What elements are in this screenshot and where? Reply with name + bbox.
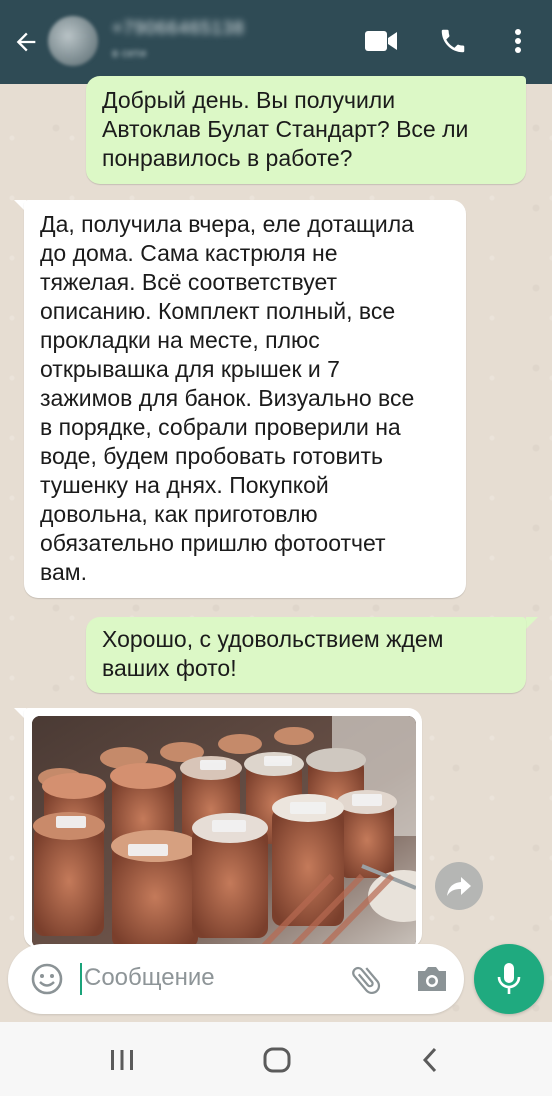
- contact-status: в сети: [112, 46, 147, 60]
- outgoing-bubble-tail: [526, 617, 538, 629]
- contact-avatar[interactable]: [48, 16, 98, 66]
- back-arrow-icon[interactable]: [12, 28, 40, 56]
- message-input-bar: Сообщение: [8, 944, 464, 1014]
- more-options-icon[interactable]: [508, 28, 528, 56]
- jars-photo[interactable]: [32, 716, 416, 948]
- outgoing-message[interactable]: Добрый день. Вы получили Автоклав Булат …: [86, 76, 526, 184]
- home-icon[interactable]: [262, 1046, 292, 1074]
- chat-header: +79066465138 в сети: [0, 0, 552, 84]
- voice-call-icon[interactable]: [438, 26, 468, 56]
- contact-name[interactable]: +79066465138: [112, 18, 245, 39]
- mic-icon: [497, 963, 521, 994]
- voice-message-button[interactable]: [474, 944, 544, 1014]
- image-message[interactable]: [24, 708, 422, 948]
- attach-icon[interactable]: [348, 962, 384, 998]
- system-navigation-bar: [0, 1022, 552, 1096]
- recent-apps-icon[interactable]: [108, 1048, 136, 1072]
- incoming-message[interactable]: Да, получила вчера, еле дотащила до дома…: [24, 200, 466, 598]
- forward-button[interactable]: [435, 862, 483, 910]
- message-input[interactable]: Сообщение: [84, 964, 215, 992]
- back-icon[interactable]: [420, 1046, 440, 1074]
- text-cursor: [80, 963, 82, 995]
- camera-icon[interactable]: [414, 962, 450, 996]
- outgoing-message[interactable]: Хорошо, с удовольствием ждем ваших фото!: [86, 617, 526, 693]
- forward-icon: [447, 877, 471, 896]
- video-call-icon[interactable]: [364, 28, 398, 54]
- emoji-icon[interactable]: [30, 962, 64, 996]
